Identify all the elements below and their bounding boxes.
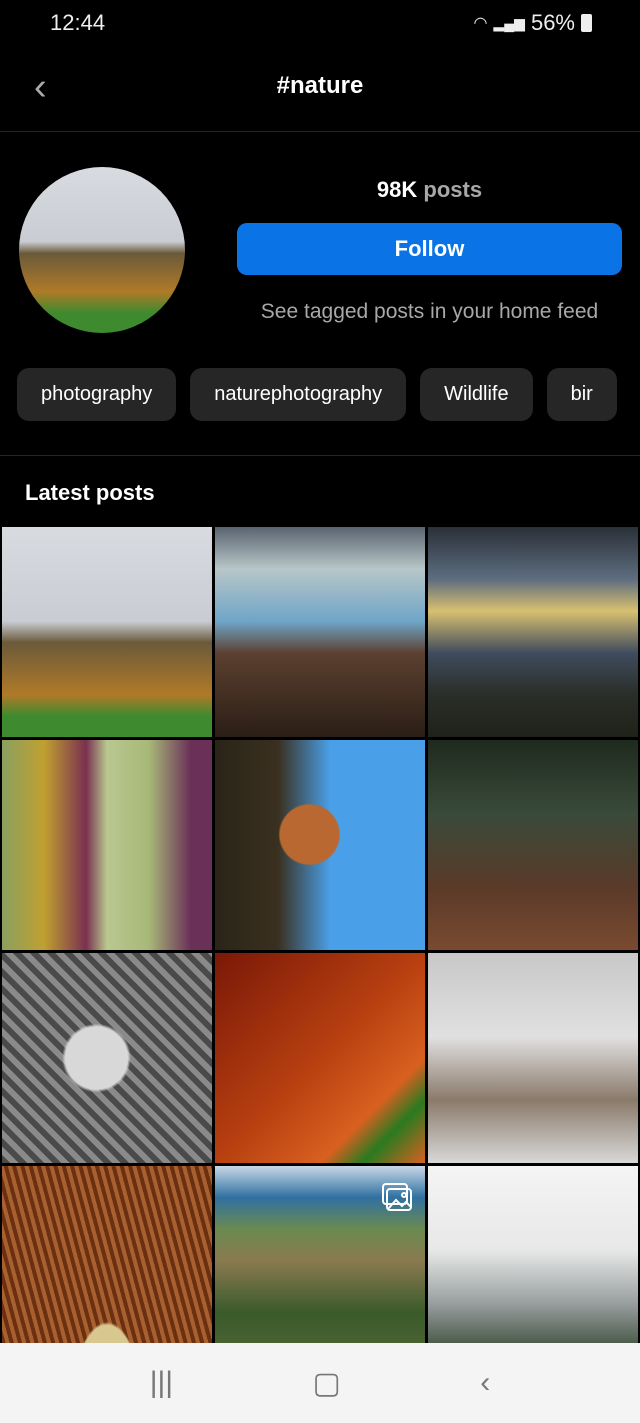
post-thumbnail[interactable] xyxy=(215,953,425,1163)
post-count: 98K posts xyxy=(376,177,483,202)
multiple-photos-icon xyxy=(382,1183,412,1211)
tag-chip[interactable]: photography xyxy=(17,368,177,421)
top-bar: ‹ #nature xyxy=(0,48,640,132)
divider xyxy=(0,455,640,456)
related-tags: photography naturephotography Wildlife bir xyxy=(17,368,623,421)
status-bar: 12:44 ◠ ▂▄▆ 56% xyxy=(0,0,640,48)
follow-button[interactable]: Follow xyxy=(237,223,622,275)
tag-chip[interactable]: bir xyxy=(546,368,617,421)
post-thumbnail[interactable] xyxy=(2,953,212,1163)
wifi-icon: ◠ xyxy=(473,15,488,32)
tag-chip[interactable]: Wildlife xyxy=(420,368,533,421)
post-thumbnail[interactable] xyxy=(2,527,212,737)
signal-icon: ▂▄▆ xyxy=(493,14,525,31)
post-thumbnail[interactable] xyxy=(2,740,212,950)
post-thumbnail[interactable] xyxy=(428,527,638,737)
status-icons: ◠ ▂▄▆ 56% xyxy=(474,10,592,36)
battery-percent: 56% xyxy=(530,10,575,35)
posts-grid xyxy=(2,527,639,1376)
tag-chip[interactable]: naturephotography xyxy=(190,368,407,421)
follow-hint: See tagged posts in your home feed xyxy=(260,300,599,323)
system-nav-bar: ||| ▢ ‹ xyxy=(0,1343,640,1423)
post-thumbnail[interactable] xyxy=(428,953,638,1163)
post-thumbnail[interactable] xyxy=(428,740,638,950)
hashtag-avatar xyxy=(19,167,185,333)
recents-icon[interactable]: ||| xyxy=(150,1366,173,1400)
page-title: #nature xyxy=(276,72,364,99)
post-thumbnail[interactable] xyxy=(215,740,425,950)
battery-icon xyxy=(581,14,592,32)
section-title: Latest posts xyxy=(25,480,155,505)
back-nav-icon[interactable]: ‹ xyxy=(480,1366,490,1400)
clock: 12:44 xyxy=(50,10,106,35)
home-icon[interactable]: ▢ xyxy=(313,1366,341,1401)
post-thumbnail[interactable] xyxy=(215,527,425,737)
